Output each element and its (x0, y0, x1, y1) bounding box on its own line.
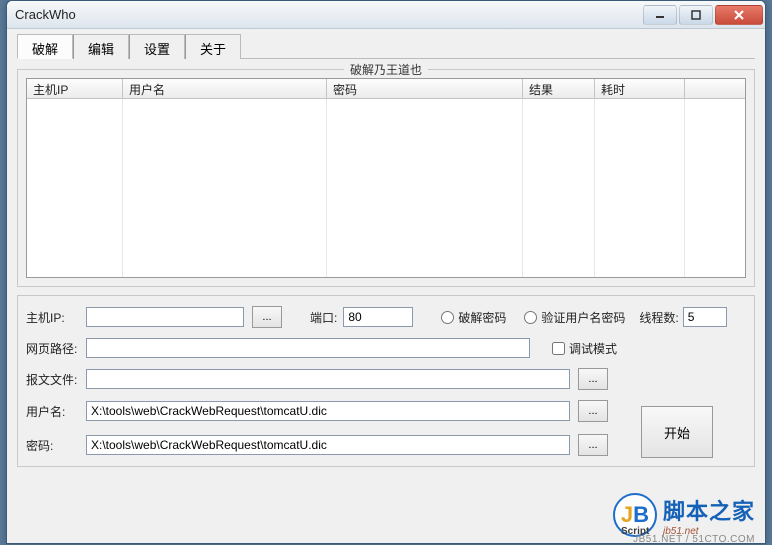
minimize-button[interactable] (643, 5, 677, 25)
debug-checkbox-wrap[interactable]: 调试模式 (552, 340, 617, 357)
radio-crack-password[interactable]: 破解密码 (441, 309, 506, 326)
row-bodyfile: 报文文件: ... (26, 368, 746, 390)
start-button[interactable]: 开始 (641, 406, 713, 458)
host-browse-button[interactable]: ... (252, 306, 282, 328)
threads-label: 线程数: (639, 309, 678, 326)
webpath-input[interactable] (86, 338, 530, 358)
pass-browse-button[interactable]: ... (578, 434, 608, 456)
bodyfile-input[interactable] (86, 369, 570, 389)
pass-label: 密码: (26, 437, 86, 454)
col-time[interactable]: 耗时 (595, 79, 685, 98)
result-table[interactable]: 主机IP 用户名 密码 结果 耗时 (26, 78, 746, 278)
bodyfile-label: 报文文件: (26, 371, 86, 388)
table-header: 主机IP 用户名 密码 结果 耗时 (27, 79, 745, 99)
tab-edit[interactable]: 编辑 (73, 34, 129, 59)
threads-input[interactable] (683, 307, 727, 327)
user-input[interactable] (86, 401, 570, 421)
row-user: 用户名: ... (26, 400, 608, 422)
pass-input[interactable] (86, 435, 570, 455)
maximize-button[interactable] (679, 5, 713, 25)
titlebar: CrackWho (7, 1, 765, 29)
col-user[interactable]: 用户名 (123, 79, 327, 98)
debug-checkbox[interactable] (552, 342, 565, 355)
tab-crack[interactable]: 破解 (17, 34, 73, 59)
webpath-label: 网页路径: (26, 340, 86, 357)
host-input[interactable] (86, 307, 244, 327)
table-body (27, 99, 745, 277)
host-label: 主机IP: (26, 309, 86, 326)
radio-verify-credentials[interactable]: 验证用户名密码 (524, 309, 625, 326)
col-host[interactable]: 主机IP (27, 79, 123, 98)
tab-bar: 破解 编辑 设置 关于 (17, 33, 755, 59)
watermark-url: JB51.NET / 51CTO.COM (633, 534, 755, 545)
tab-about[interactable]: 关于 (185, 34, 241, 59)
col-pass[interactable]: 密码 (327, 79, 523, 98)
bodyfile-browse-button[interactable]: ... (578, 368, 608, 390)
watermark-text: 脚本之家 jb51.net (663, 494, 755, 537)
tab-settings[interactable]: 设置 (129, 34, 185, 59)
group-legend: 破解乃王道也 (344, 61, 428, 78)
col-result[interactable]: 结果 (523, 79, 595, 98)
watermark-logo-icon: JB Script (613, 493, 657, 537)
result-group: 破解乃王道也 主机IP 用户名 密码 结果 耗时 (17, 69, 755, 287)
port-label: 端口: (310, 309, 337, 326)
app-window: CrackWho 破解 编辑 设置 关于 破解乃王道也 主机IP 用户名 密码 … (6, 0, 766, 544)
watermark: JB Script 脚本之家 jb51.net (613, 493, 755, 537)
window-title: CrackWho (15, 7, 643, 22)
window-controls (643, 5, 763, 25)
close-button[interactable] (715, 5, 763, 25)
user-label: 用户名: (26, 403, 86, 420)
form-area: 主机IP: ... 端口: 破解密码 验证用户名密码 线程数: 网页路径: (17, 295, 755, 467)
user-browse-button[interactable]: ... (578, 400, 608, 422)
radio-verify-input[interactable] (524, 311, 537, 324)
row-webpath: 网页路径: 调试模式 (26, 338, 746, 358)
port-input[interactable] (343, 307, 413, 327)
row-host: 主机IP: ... 端口: 破解密码 验证用户名密码 线程数: (26, 306, 746, 328)
radio-crack-input[interactable] (441, 311, 454, 324)
client-area: 破解 编辑 设置 关于 破解乃王道也 主机IP 用户名 密码 结果 耗时 (7, 29, 765, 477)
col-extra[interactable] (685, 79, 739, 98)
row-pass: 密码: ... (26, 434, 608, 456)
